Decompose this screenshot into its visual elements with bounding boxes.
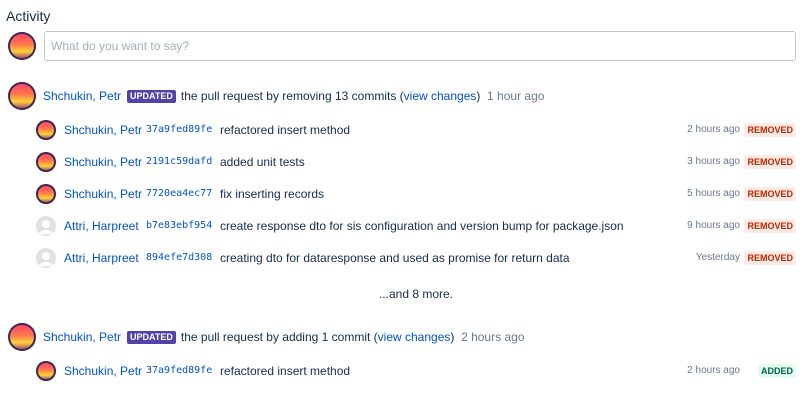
avatar[interactable] — [8, 323, 36, 351]
removed-badge: REMOVED — [744, 251, 796, 265]
activity-heading: Activity — [6, 8, 51, 24]
show-more-link[interactable]: ...and 8 more. — [0, 287, 800, 301]
commit-time: Yesterday — [695, 252, 740, 263]
commit-row: Attri, Harpreet 894efe7d308 creating dto… — [36, 248, 796, 268]
commit-row: Attri, Harpreet b7e83ebf954 create respo… — [36, 216, 796, 236]
default-user-icon — [39, 252, 53, 266]
activity-item: Shchukin, Petr UPDATED the pull request by… — [43, 86, 544, 106]
commit-message: create response dto for sis configuratio… — [220, 219, 624, 233]
activity-time: 2 hours ago — [461, 330, 525, 344]
view-changes-link[interactable]: view changes — [378, 330, 451, 344]
activity-text-end: ) — [450, 330, 455, 344]
avatar[interactable] — [36, 216, 56, 236]
commit-hash[interactable]: 2191c59dafd — [146, 152, 212, 172]
avatar[interactable] — [8, 82, 36, 110]
activity-time: 1 hour ago — [487, 89, 545, 103]
comment-input[interactable] — [44, 31, 796, 61]
updated-badge: UPDATED — [127, 90, 176, 103]
commit-row: Shchukin, Petr 7720ea4ec77 fix inserting… — [36, 184, 796, 204]
user-link[interactable]: Shchukin, Petr — [43, 89, 121, 103]
avatar[interactable] — [36, 120, 56, 140]
commit-author[interactable]: Attri, Harpreet — [64, 248, 139, 268]
activity-text-end: ) — [476, 89, 481, 103]
commit-time: 5 hours ago — [687, 188, 740, 199]
commit-author[interactable]: Shchukin, Petr — [64, 152, 142, 172]
commit-author[interactable]: Attri, Harpreet — [64, 216, 139, 236]
commit-message: refactored insert method — [220, 123, 351, 137]
commit-author[interactable]: Shchukin, Petr — [64, 120, 142, 140]
commit-message: fix inserting records — [220, 187, 325, 201]
avatar[interactable] — [36, 152, 56, 172]
avatar[interactable] — [36, 248, 56, 268]
commit-row: Shchukin, Petr 2191c59dafd added unit te… — [36, 152, 796, 172]
commit-time: 3 hours ago — [687, 156, 740, 167]
activity-text: the pull request by removing 13 commits … — [180, 89, 404, 103]
default-user-icon — [39, 220, 53, 234]
commit-hash[interactable]: 37a9fed89fe — [146, 120, 212, 140]
commit-row: Shchukin, Petr 37a9fed89fe refactored in… — [36, 120, 796, 140]
commit-message: added unit tests — [220, 155, 305, 169]
avatar[interactable] — [36, 184, 56, 204]
avatar[interactable] — [36, 361, 56, 381]
commit-author[interactable]: Shchukin, Petr — [64, 184, 142, 204]
activity-item: Shchukin, Petr UPDATED the pull request by… — [43, 327, 524, 347]
updated-badge: UPDATED — [127, 331, 176, 344]
commit-author[interactable]: Shchukin, Petr — [64, 361, 142, 381]
removed-badge: REMOVED — [744, 123, 796, 137]
removed-badge: REMOVED — [744, 155, 796, 169]
commit-hash[interactable]: 7720ea4ec77 — [146, 184, 212, 204]
commit-message: refactored insert method — [220, 364, 351, 378]
commit-message: creating dto for dataresponse and used a… — [220, 251, 570, 265]
removed-badge: REMOVED — [744, 187, 796, 201]
commit-time: 2 hours ago — [687, 365, 740, 376]
commit-time: 2 hours ago — [687, 124, 740, 135]
activity-text: the pull request by adding 1 commit ( — [180, 330, 378, 344]
current-user-avatar — [8, 32, 36, 60]
added-badge: ADDED — [757, 364, 796, 378]
commit-row: Shchukin, Petr 37a9fed89fe refactored in… — [36, 361, 796, 381]
view-changes-link[interactable]: view changes — [404, 89, 477, 103]
commit-time: 9 hours ago — [687, 220, 740, 231]
removed-badge: REMOVED — [744, 219, 796, 233]
commit-hash[interactable]: 37a9fed89fe — [146, 361, 212, 381]
commit-hash[interactable]: b7e83ebf954 — [146, 216, 212, 236]
user-link[interactable]: Shchukin, Petr — [43, 330, 121, 344]
commit-hash[interactable]: 894efe7d308 — [146, 248, 212, 268]
